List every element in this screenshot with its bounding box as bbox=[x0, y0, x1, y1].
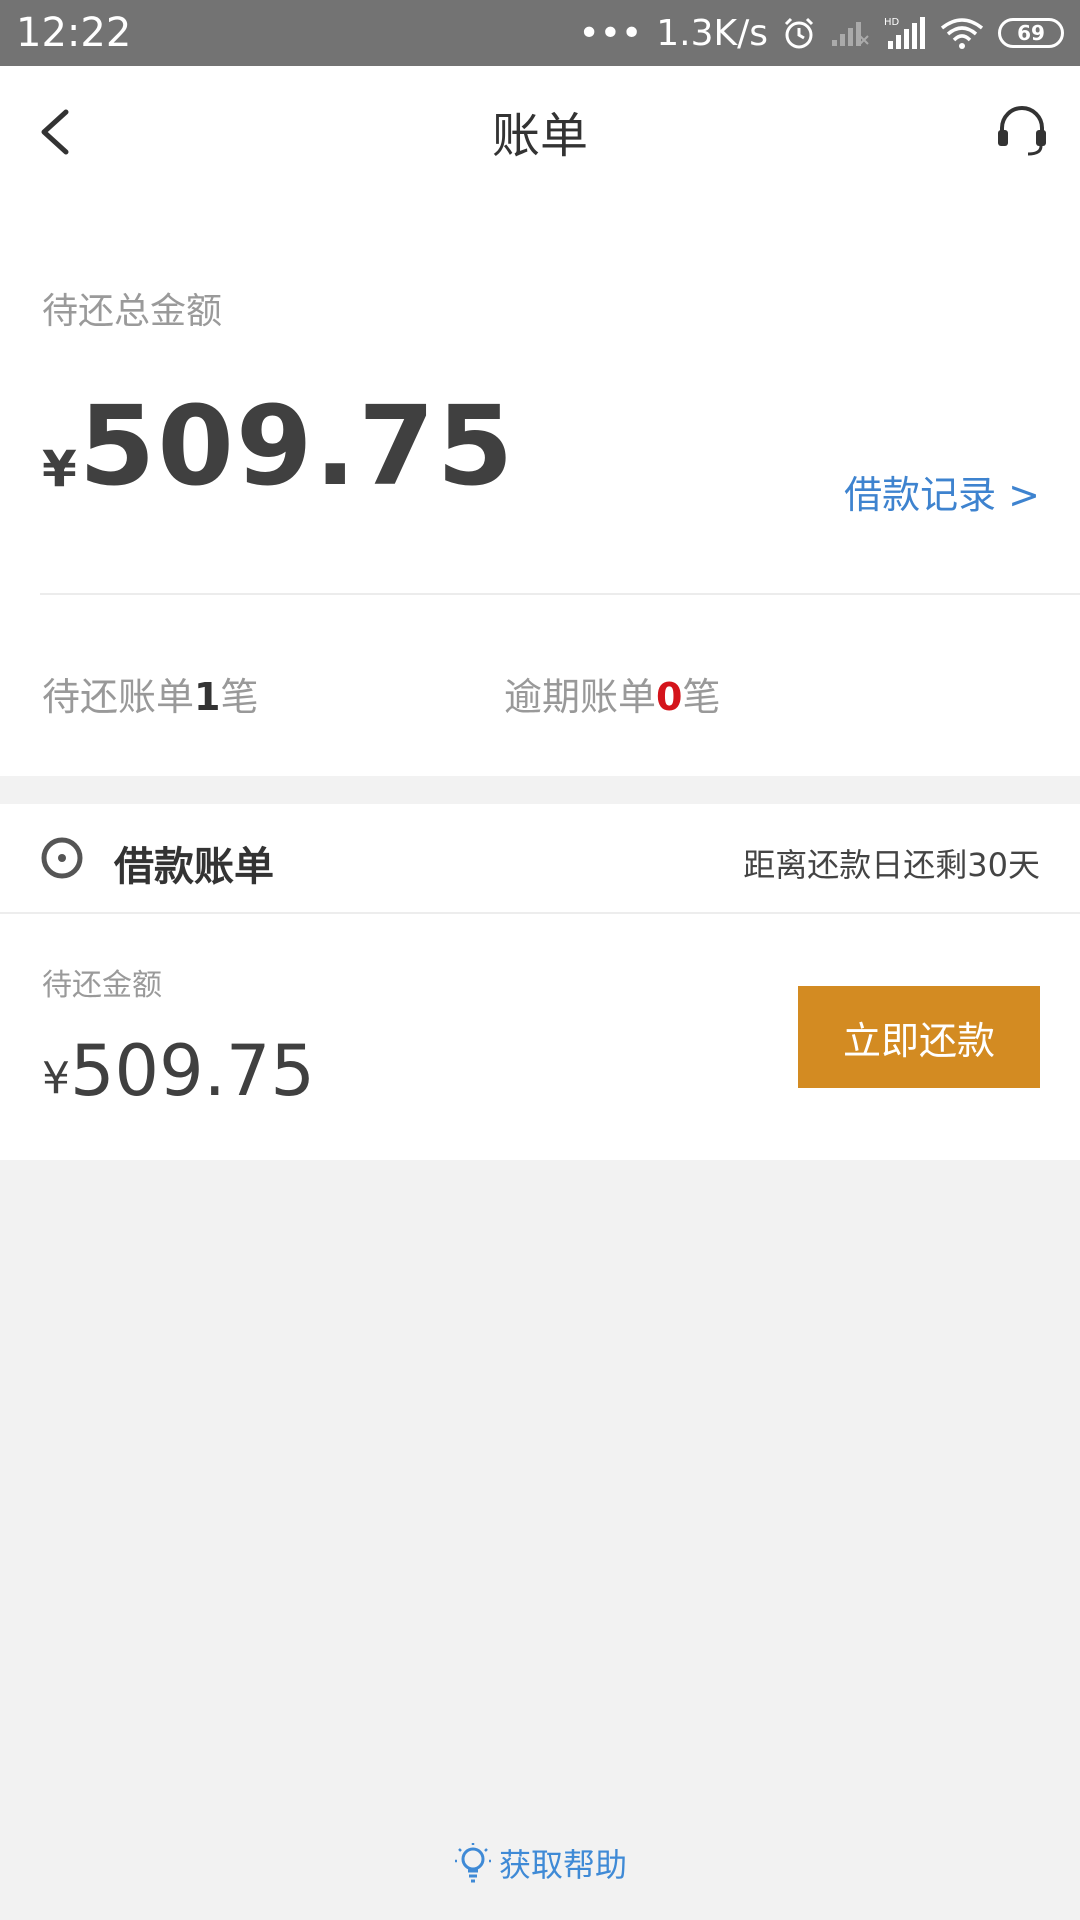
more-dots-icon: ••• bbox=[578, 12, 643, 54]
alarm-icon bbox=[782, 16, 816, 50]
status-icons: ••• 1.3K/s HD 69 bbox=[579, 13, 1064, 54]
help-label: 获取帮助 bbox=[498, 1846, 627, 1884]
signal-hd-icon: HD bbox=[884, 15, 926, 51]
network-speed: 1.3K/s bbox=[656, 12, 768, 54]
headset-icon bbox=[998, 106, 1046, 156]
overdue-prefix: 逾期账单 bbox=[504, 675, 657, 719]
pending-prefix: 待还账单 bbox=[42, 675, 195, 719]
customer-service-button[interactable] bbox=[994, 102, 1050, 158]
overdue-count: 0 bbox=[656, 675, 683, 719]
target-icon bbox=[41, 837, 83, 879]
status-time: 12:22 bbox=[16, 10, 132, 56]
signal-weak-icon bbox=[830, 18, 870, 48]
bill-amount-value: 509.75 bbox=[70, 1030, 315, 1112]
pending-suffix: 笔 bbox=[220, 675, 259, 719]
pending-bills: 待还账单1笔 bbox=[42, 666, 258, 721]
divider bbox=[40, 593, 1080, 595]
bill-amount: ¥ 509.75 bbox=[42, 1030, 315, 1112]
wifi-icon bbox=[940, 16, 984, 50]
svg-text:HD: HD bbox=[884, 17, 900, 28]
loan-record-link[interactable]: 借款记录 > bbox=[844, 464, 1040, 519]
repay-now-button[interactable]: 立即还款 bbox=[798, 986, 1040, 1088]
divider bbox=[0, 912, 1080, 914]
chevron-left-icon bbox=[41, 109, 69, 155]
loan-bill-card: 借款账单 距离还款日还剩30天 待还金额 ¥ 509.75 立即还款 bbox=[0, 804, 1080, 1160]
pending-count: 1 bbox=[194, 675, 221, 719]
currency-symbol: ¥ bbox=[42, 1053, 70, 1104]
page-title: 账单 bbox=[491, 108, 588, 164]
total-amount-value: 509.75 bbox=[78, 382, 516, 510]
total-label: 待还总金额 bbox=[42, 291, 223, 332]
lightbulb-icon bbox=[454, 1843, 491, 1883]
days-remaining: 距离还款日还剩30天 bbox=[743, 846, 1040, 884]
back-button[interactable] bbox=[30, 104, 80, 160]
bill-title: 借款账单 bbox=[114, 844, 274, 890]
overdue-bills: 逾期账单0笔 bbox=[504, 666, 720, 721]
get-help-link[interactable]: 获取帮助 bbox=[0, 1840, 1080, 1886]
bill-amount-label: 待还金额 bbox=[42, 968, 162, 1003]
total-amount: ¥ 509.75 bbox=[42, 382, 515, 510]
overdue-suffix: 笔 bbox=[682, 675, 721, 719]
nav-bar: 账单 bbox=[0, 66, 1080, 196]
status-bar: 12:22 ••• 1.3K/s HD 69 bbox=[0, 0, 1080, 66]
summary-card: 待还总金额 ¥ 509.75 借款记录 > 待还账单1笔 逾期账单0笔 bbox=[0, 196, 1080, 776]
currency-symbol: ¥ bbox=[42, 440, 77, 498]
bill-header: 借款账单 距离还款日还剩30天 bbox=[0, 804, 1080, 912]
battery-indicator: 69 bbox=[998, 18, 1064, 48]
